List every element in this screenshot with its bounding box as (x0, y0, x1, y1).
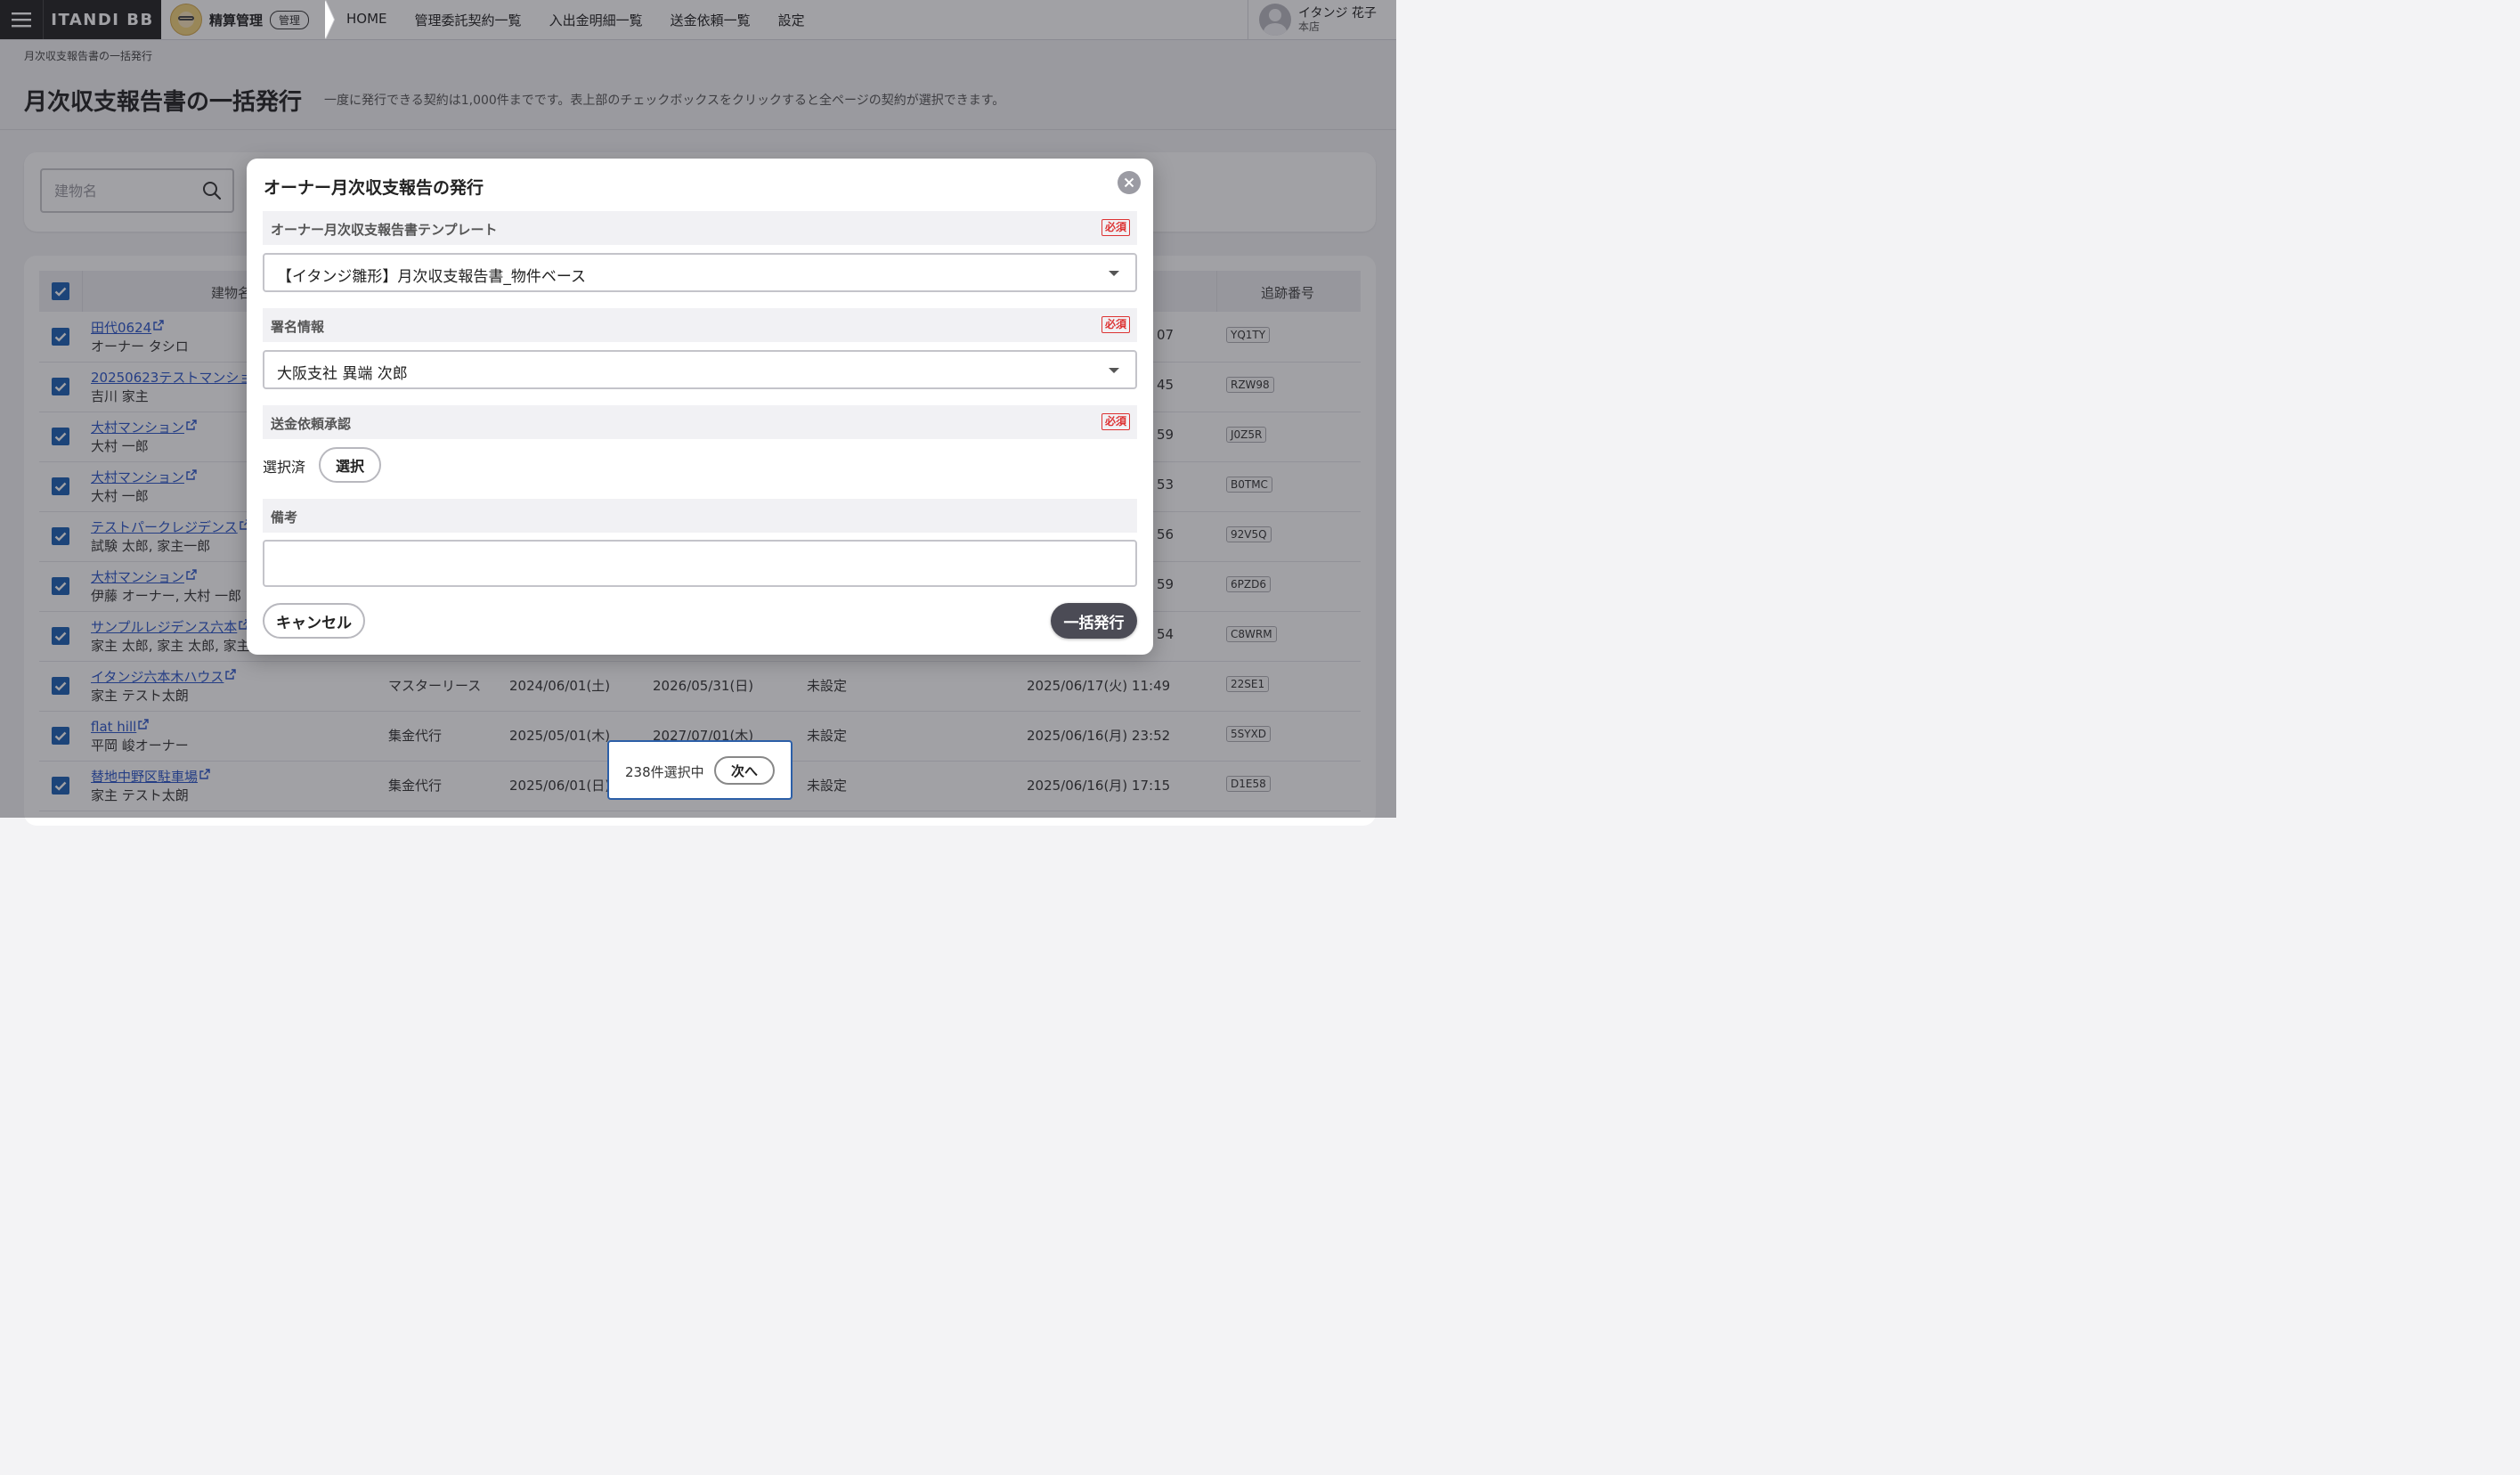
template-value: 【イタンジ雛形】月次収支報告書_物件ベース (277, 268, 586, 286)
signature-select[interactable]: 大阪支社 異端 次郎 (263, 350, 1137, 389)
bulk-issue-button[interactable]: 一括発行 (1051, 603, 1137, 639)
remarks-label: 備考 (271, 509, 298, 526)
selection-bar: 238件選択中 次へ (607, 740, 793, 800)
close-icon[interactable] (1118, 171, 1141, 194)
template-section-header: オーナー月次収支報告書テンプレート 必須 (263, 211, 1137, 245)
selected-count: 238件選択中 (625, 764, 704, 780)
chevron-down-icon (1109, 368, 1119, 373)
required-badge: 必須 (1101, 413, 1130, 430)
template-select[interactable]: 【イタンジ雛形】月次収支報告書_物件ベース (263, 253, 1137, 292)
approval-label: 送金依頼承認 (271, 416, 352, 432)
required-badge: 必須 (1101, 316, 1130, 333)
signature-section-header: 署名情報 必須 (263, 308, 1137, 342)
issue-report-dialog: オーナー月次収支報告の発行 オーナー月次収支報告書テンプレート 必須 【イタンジ… (247, 159, 1153, 655)
template-label: オーナー月次収支報告書テンプレート (271, 222, 498, 238)
remarks-section-header: 備考 (263, 499, 1137, 533)
choose-approver-button[interactable]: 選択 (319, 447, 381, 483)
chevron-down-icon (1109, 271, 1119, 276)
approval-status: 選択済 (263, 459, 306, 476)
signature-label: 署名情報 (271, 319, 325, 335)
next-button[interactable]: 次へ (714, 756, 775, 785)
remarks-textarea[interactable] (263, 540, 1137, 587)
signature-value: 大阪支社 異端 次郎 (277, 365, 408, 383)
dialog-title: オーナー月次収支報告の発行 (264, 178, 484, 198)
cancel-button[interactable]: キャンセル (263, 603, 365, 639)
approval-section-header: 送金依頼承認 必須 (263, 405, 1137, 439)
required-badge: 必須 (1101, 219, 1130, 236)
